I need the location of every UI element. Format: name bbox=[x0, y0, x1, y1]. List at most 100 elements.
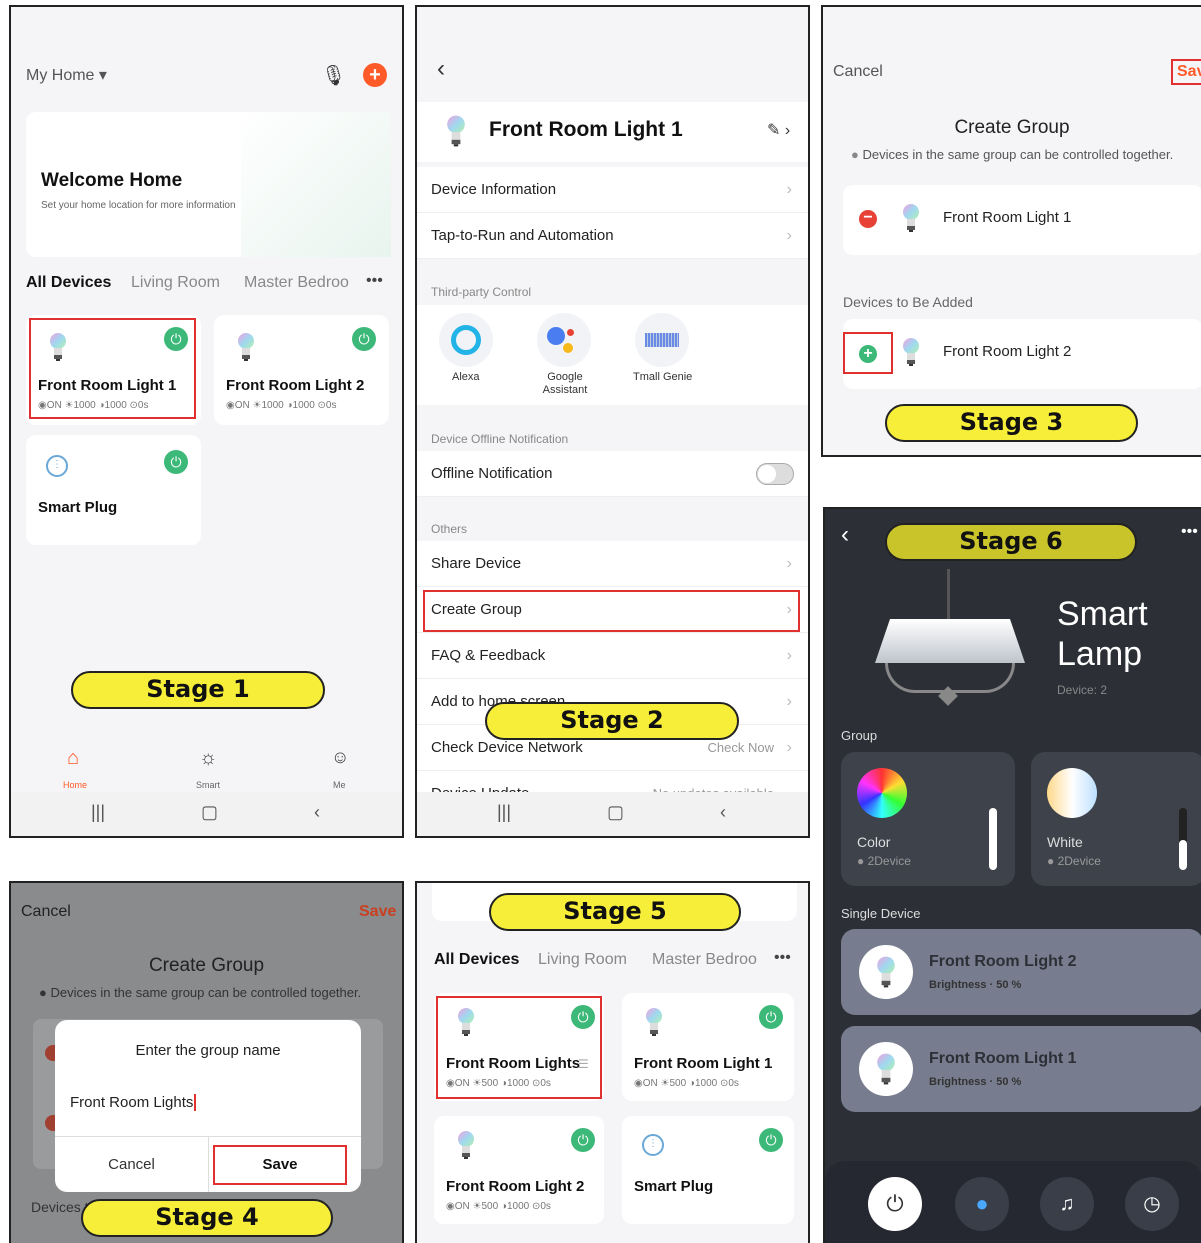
device-card-light2[interactable]: ⏻ Front Room Light 2 ◉ON ☀500 ◑1000 ⊙0s bbox=[434, 1116, 604, 1224]
more-icon[interactable]: ••• bbox=[366, 272, 383, 290]
smart-icon[interactable]: ☼ bbox=[199, 747, 217, 770]
stage6-screen: ‹ ••• Stage 6 Smart Lamp Device: 2 Group… bbox=[823, 507, 1201, 1243]
tab-all-devices[interactable]: All Devices bbox=[26, 274, 111, 292]
back-icon[interactable]: ‹ bbox=[841, 521, 849, 549]
nav-me-label: Me bbox=[333, 780, 346, 790]
color-wheel-icon bbox=[857, 768, 907, 818]
recent-apps-icon[interactable]: ||| bbox=[91, 802, 105, 823]
device-name: Front Room Light 1 bbox=[929, 1050, 1077, 1067]
more-icon[interactable]: ••• bbox=[774, 949, 791, 967]
bulb-icon bbox=[456, 1130, 476, 1160]
alexa-icon[interactable] bbox=[439, 313, 493, 367]
info-icon: ● bbox=[851, 147, 859, 162]
stage2-screen: ‹ Front Room Light 1 ✎ › Device Informat… bbox=[415, 5, 810, 838]
device-card-light1[interactable]: ⏻ Front Room Light 1 ◉ON ☀500 ◑1000 ⊙0s bbox=[622, 993, 794, 1101]
cancel-button[interactable]: Cancel bbox=[833, 63, 883, 81]
group-name-input[interactable]: Front Room Lights bbox=[70, 1094, 197, 1111]
create-group-title: Create Group bbox=[954, 117, 1070, 138]
home-button-icon[interactable]: ▢ bbox=[201, 802, 218, 823]
count-label: 2Device bbox=[867, 854, 911, 868]
title-line2: Lamp bbox=[1057, 635, 1143, 673]
dialog-cancel-button[interactable]: Cancel bbox=[55, 1156, 208, 1173]
save-button[interactable]: Sav bbox=[1171, 59, 1201, 85]
offline-notification-row: Offline Notification bbox=[417, 451, 808, 497]
share-device-row[interactable]: Share Device › bbox=[417, 541, 808, 587]
bulb-control-icon[interactable]: ● bbox=[955, 1177, 1009, 1231]
tab-living-room[interactable]: Living Room bbox=[538, 951, 627, 969]
bulb-icon bbox=[875, 955, 897, 989]
device-information-row[interactable]: Device Information › bbox=[417, 167, 808, 213]
remove-icon[interactable]: − bbox=[859, 210, 877, 228]
timer-icon[interactable]: ◷ bbox=[1125, 1177, 1179, 1231]
home-selector[interactable]: My Home ▾ bbox=[26, 65, 107, 85]
device-brightness: Brightness · 50 % bbox=[929, 979, 1022, 991]
tmall-genie-label: Tmall Genie bbox=[633, 371, 693, 383]
recent-apps-icon[interactable]: ||| bbox=[497, 802, 511, 823]
cancel-button[interactable]: Cancel bbox=[21, 903, 71, 921]
device-card-plug[interactable]: ⋮ ⏻ Smart Plug bbox=[26, 435, 201, 545]
location-icon: ● bbox=[857, 854, 865, 868]
more-icon[interactable]: ••• bbox=[1181, 523, 1198, 541]
tab-master-bedroom[interactable]: Master Bedroo bbox=[244, 274, 349, 292]
add-icon[interactable]: + bbox=[363, 63, 387, 87]
android-navbar: ||| ▢ ‹ bbox=[11, 792, 402, 836]
power-icon[interactable]: ⏻ bbox=[759, 1005, 783, 1029]
tab-master-bedroom[interactable]: Master Bedroo bbox=[652, 951, 757, 969]
single-device-light1[interactable]: Front Room Light 1 Brightness · 50 % bbox=[841, 1026, 1201, 1112]
tap-to-run-row[interactable]: Tap-to-Run and Automation › bbox=[417, 213, 808, 259]
bottom-controls: ⏻ ● ♫ ◷ bbox=[825, 1161, 1201, 1243]
back-icon[interactable]: ‹ bbox=[314, 802, 320, 823]
plug-icon: ⋮ bbox=[642, 1134, 664, 1156]
location-icon: ● bbox=[1047, 854, 1055, 868]
color-slider[interactable] bbox=[989, 808, 997, 870]
edit-icon[interactable]: ✎ › bbox=[767, 120, 790, 140]
alexa-label: Alexa bbox=[452, 371, 480, 383]
white-slider[interactable] bbox=[1179, 808, 1187, 870]
google-assistant-icon[interactable] bbox=[537, 313, 591, 367]
device-card-light2[interactable]: ⏻ Front Room Light 2 ◉ON ☀1000 ◑1000 ⊙0s bbox=[214, 315, 389, 425]
device-name: Front Room Light 2 bbox=[226, 377, 365, 394]
device-name: Front Room Light 1 bbox=[943, 209, 1072, 226]
device-card-plug[interactable]: ⋮ ⏻ Smart Plug bbox=[622, 1116, 794, 1224]
white-icon bbox=[1047, 768, 1097, 818]
device-name: Smart Plug bbox=[634, 1178, 714, 1195]
tab-all-devices[interactable]: All Devices bbox=[434, 951, 519, 969]
home-icon[interactable]: ⌂ bbox=[67, 747, 79, 770]
dialog-save-button[interactable]: Save bbox=[213, 1145, 347, 1185]
offline-toggle[interactable] bbox=[756, 463, 794, 485]
bulb-avatar bbox=[859, 945, 913, 999]
power-icon[interactable]: ⏻ bbox=[759, 1128, 783, 1152]
tmall-genie-icon[interactable] bbox=[635, 313, 689, 367]
device-stats: ◉ON ☀500 ◑1000 ⊙0s bbox=[446, 1201, 551, 1212]
nav-smart-label: Smart bbox=[196, 780, 221, 790]
tab-living-room[interactable]: Living Room bbox=[131, 274, 220, 292]
me-icon[interactable]: ☺ bbox=[331, 747, 349, 768]
power-icon[interactable]: ⏻ bbox=[352, 327, 376, 351]
power-icon[interactable]: ⏻ bbox=[164, 450, 188, 474]
welcome-subtitle: Set your home location for more informat… bbox=[41, 200, 236, 211]
bulb-icon bbox=[236, 332, 256, 362]
home-button-icon[interactable]: ▢ bbox=[607, 802, 624, 823]
info-icon: ● bbox=[39, 985, 47, 1000]
mic-icon[interactable]: 🎙 bbox=[321, 63, 346, 88]
welcome-card[interactable]: Welcome Home Set your home location for … bbox=[26, 112, 391, 257]
back-icon[interactable]: ‹ bbox=[437, 55, 445, 83]
white-group-card[interactable]: White ● 2Device bbox=[1031, 752, 1201, 886]
back-icon[interactable]: ‹ bbox=[720, 802, 726, 823]
music-icon[interactable]: ♫ bbox=[1040, 1177, 1094, 1231]
single-device-light2[interactable]: Front Room Light 2 Brightness · 50 % bbox=[841, 929, 1201, 1015]
highlight-group bbox=[436, 996, 602, 1099]
add-device-row: + Front Room Light 2 bbox=[843, 319, 1201, 389]
power-icon[interactable]: ⏻ bbox=[571, 1128, 595, 1152]
save-button[interactable]: Save bbox=[359, 903, 396, 921]
faq-row[interactable]: FAQ & Feedback › bbox=[417, 633, 808, 679]
bulb-avatar bbox=[859, 1042, 913, 1096]
device-name: Front Room Light 2 bbox=[943, 343, 1072, 360]
color-group-card[interactable]: Color ● 2Device bbox=[841, 752, 1015, 886]
device-name: Front Room Light 1 bbox=[634, 1055, 773, 1072]
white-label: White bbox=[1047, 834, 1083, 850]
power-icon[interactable]: ⏻ bbox=[868, 1177, 922, 1231]
info-label: Devices in the same group can be control… bbox=[862, 147, 1174, 162]
section-others: Others bbox=[431, 522, 468, 536]
device-name: Front Room Light 2 bbox=[929, 953, 1077, 970]
